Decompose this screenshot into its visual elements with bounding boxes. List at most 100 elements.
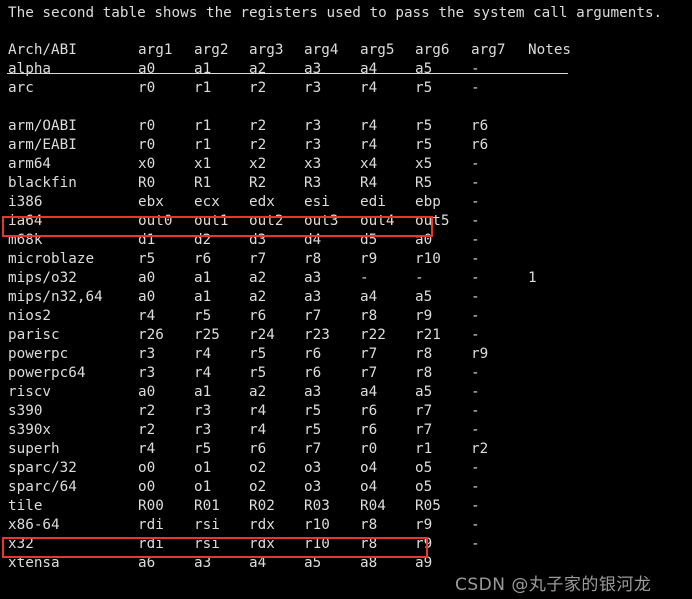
- table-cell-arg7: -: [471, 213, 480, 229]
- table-cell-notes: [520, 497, 640, 516]
- table-cell-notes: [520, 421, 640, 440]
- table-cell-arg6: r9: [415, 308, 433, 324]
- table-cell-arch: x86-64: [8, 517, 60, 533]
- table-cell-arg4: a3: [304, 61, 322, 77]
- table-cell-arg6: a5: [415, 384, 433, 400]
- table-cell-notes: [520, 231, 640, 250]
- table-cell-arg2: out1: [194, 213, 229, 229]
- table-cell-notes: [520, 136, 640, 155]
- table-row: i386 ebx ecx edx esi edi ebp -: [0, 193, 640, 212]
- table-cell-arg1: r4: [138, 441, 156, 457]
- table-cell-arg3: r2: [249, 137, 267, 153]
- column-header-arg6: arg6: [415, 42, 450, 58]
- table-row: arm/OABI r0 r1 r2 r3 r4 r5 r6: [0, 117, 640, 136]
- table-cell-arg7: r2: [471, 441, 489, 457]
- table-cell-arg2: a3: [194, 555, 212, 571]
- table-row: x32 rdi rsi rdx r10 r8 r9 -: [0, 535, 640, 554]
- table-cell-arg5: a4: [360, 289, 378, 305]
- table-row: alpha a0 a1 a2 a3 a4 a5 -: [0, 60, 640, 79]
- table-cell-arg1: x0: [138, 156, 156, 172]
- table-cell-arch: sparc/32: [8, 460, 77, 476]
- table-cell-arg4: R03: [304, 498, 330, 514]
- table-cell-notes: [520, 212, 640, 231]
- table-cell-arg2: r6: [194, 251, 212, 267]
- table-cell-arg3: o2: [249, 479, 267, 495]
- column-header-arg2: arg2: [194, 42, 229, 58]
- table-cell-arg3: R2: [249, 175, 267, 191]
- table-cell-notes: 1: [528, 270, 537, 286]
- table-spacer-cell: [463, 98, 520, 117]
- table-cell-arg1: r2: [138, 422, 156, 438]
- table-cell-notes: [520, 155, 640, 174]
- table-cell-arg2: a1: [194, 384, 212, 400]
- table-spacer-cell: [0, 98, 130, 117]
- table-row: riscv a0 a1 a2 a3 a4 a5 -: [0, 383, 640, 402]
- table-cell-arg4: esi: [304, 194, 330, 210]
- table-cell-arg5: r6: [360, 422, 378, 438]
- table-cell-arg5: r4: [360, 118, 378, 134]
- table-cell-arg5: a4: [360, 61, 378, 77]
- table-cell-arg1: d1: [138, 232, 156, 248]
- table-cell-arg5: x4: [360, 156, 378, 172]
- table-cell-arg7: -: [471, 517, 480, 533]
- table-cell-notes: [520, 440, 640, 459]
- table-cell-arg5: a4: [360, 384, 378, 400]
- table-cell-arg4: r6: [304, 365, 322, 381]
- table-cell-arg7: -: [471, 289, 480, 305]
- table-cell-arg1: r5: [138, 251, 156, 267]
- table-cell-notes: [520, 364, 640, 383]
- table-cell-arg7: r6: [471, 137, 489, 153]
- table-cell-arg7: -: [471, 422, 480, 438]
- table-cell-arg1: ebx: [138, 194, 164, 210]
- table-cell-arg3: R02: [249, 498, 275, 514]
- table-cell-arch: arm/OABI: [8, 118, 77, 134]
- table-cell-arch: mips/n32,64: [8, 289, 103, 305]
- table-cell-arg5: edi: [360, 194, 386, 210]
- table-cell-arg4: R3: [304, 175, 322, 191]
- table-row: parisc r26 r25 r24 r23 r22 r21 -: [0, 326, 640, 345]
- column-header-notes: Notes: [528, 42, 572, 58]
- table-spacer-cell: [352, 98, 407, 117]
- table-cell-arg1: r3: [138, 346, 156, 362]
- table-cell-arch: xtensa: [8, 555, 60, 571]
- table-cell-arg3: rdx: [249, 536, 275, 552]
- table-cell-arg1: a0: [138, 61, 156, 77]
- table-cell-arg7: -: [471, 194, 480, 210]
- table-cell-arg4: r5: [304, 422, 322, 438]
- table-cell-arg3: a2: [249, 289, 267, 305]
- table-cell-arg5: a8: [360, 555, 378, 571]
- table-row: arc r0 r1 r2 r3 r4 r5 -: [0, 79, 640, 98]
- table-cell-arg1: r3: [138, 365, 156, 381]
- table-cell-arg6: -: [415, 270, 424, 286]
- table-spacer-cell: [186, 98, 241, 117]
- table-cell-notes: [520, 383, 640, 402]
- table-cell-arg5: r8: [360, 308, 378, 324]
- table-cell-arg6: r10: [415, 251, 441, 267]
- table-cell-arg6: o5: [415, 479, 433, 495]
- table-cell-arch: s390: [8, 403, 43, 419]
- table-cell-arg6: ebp: [415, 194, 441, 210]
- table-cell-arch: powerpc64: [8, 365, 86, 381]
- table-cell-arg6: r21: [415, 327, 441, 343]
- table-cell-arg3: r7: [249, 251, 267, 267]
- table-cell-arg3: a2: [249, 384, 267, 400]
- table-cell-notes: [520, 288, 640, 307]
- table-cell-arg1: r0: [138, 137, 156, 153]
- table-cell-arg5: -: [360, 270, 369, 286]
- table-row: tile R00 R01 R02 R03 R04 R05 -: [0, 497, 640, 516]
- table-cell-arch: mips/o32: [8, 270, 77, 286]
- table-cell-arg2: r4: [194, 346, 212, 362]
- table-cell-arch: sparc/64: [8, 479, 77, 495]
- table-cell-arg6: r8: [415, 346, 433, 362]
- table-cell-arch: nios2: [8, 308, 52, 324]
- table-cell-arg5: r4: [360, 80, 378, 96]
- table-cell-arch: tile: [8, 498, 43, 514]
- table-cell-arg7: -: [471, 460, 480, 476]
- table-cell-arg7: -: [471, 270, 480, 286]
- table-cell-arg1: r2: [138, 403, 156, 419]
- table-row: microblaze r5 r6 r7 r8 r9 r10 -: [0, 250, 640, 269]
- syscall-register-table: Arch/ABI arg1 arg2 arg3 arg4 arg5 arg6 a…: [0, 41, 640, 573]
- table-spacer-cell: [241, 98, 296, 117]
- column-header-arg4: arg4: [304, 42, 339, 58]
- table-cell-arg3: r5: [249, 346, 267, 362]
